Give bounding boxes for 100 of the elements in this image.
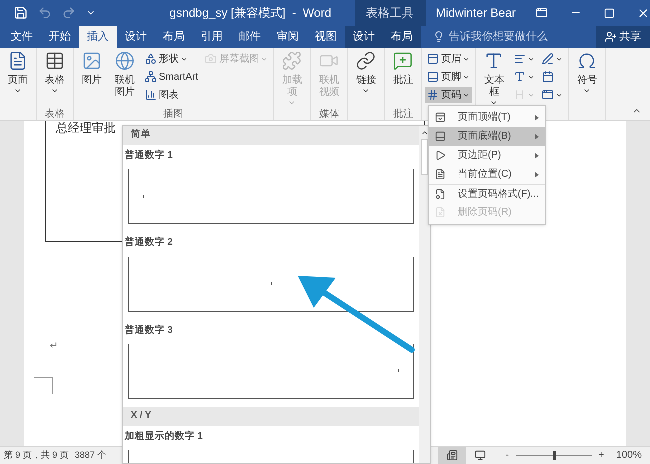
scroll-thumb[interactable] [421,139,428,175]
group-label: 插图 [162,108,185,120]
gallery-item-label: 普通数字 2 [125,236,174,250]
view-button[interactable] [438,447,466,464]
page-bottom-icon [435,131,446,142]
tell-me-field[interactable]: 告诉我你想要做什么 [433,26,548,48]
document-text: 总经理审批 [56,121,116,135]
context-tab-group: 表格工具 [354,0,426,26]
ribbon-button[interactable]: 联机图片 [110,51,140,107]
object-icon [542,89,554,101]
caret-icon [556,92,564,98]
menu-item[interactable]: 设置页码格式(F)... [429,184,545,203]
caret-icon [288,99,296,107]
ribbon-button[interactable]: 批注 [388,51,418,107]
ribbon-display-icon[interactable] [536,7,548,19]
ribbon-button[interactable]: 页脚 [425,69,472,85]
zoom-in-button[interactable]: + [596,448,606,463]
caret-icon [528,74,536,80]
ribbon-button[interactable]: 链接 [351,51,382,107]
gallery-item-preview[interactable] [128,344,414,399]
caret-icon [556,56,564,62]
ribbon-button[interactable]: 图片 [77,51,107,107]
ribbon-tab[interactable]: 设计 [117,26,155,48]
camera-icon [205,53,218,65]
menu-item[interactable]: 当前位置(C) [429,165,545,184]
ribbon-button[interactable]: 形状 [143,51,200,67]
group-label: 表格 [44,108,66,120]
scrollbar[interactable] [419,126,430,463]
zoom-percent[interactable]: 100% [616,448,642,463]
caret-icon [51,87,59,95]
submenu-arrow-icon [535,114,539,120]
drop-cap-icon [514,89,526,101]
table-icon [45,51,65,71]
group-label: 媒体 [318,108,340,120]
link-icon [356,51,376,71]
caret-icon [490,99,498,107]
close-icon[interactable] [637,6,650,20]
puzzle-icon [282,51,302,71]
ribbon-tab[interactable]: 邮件 [231,26,269,48]
header-icon [427,53,440,65]
page-count: 第 9 页，共 9 页 [4,448,70,462]
remove-icon [435,207,446,218]
ribbon-tab[interactable]: 视图 [307,26,345,48]
user-name[interactable]: Midwinter Bear [436,4,516,22]
submenu-arrow-icon [535,172,539,178]
ribbon-tab[interactable]: 引用 [193,26,231,48]
gallery-section-header: X / Y [123,406,419,426]
date-icon [542,71,554,83]
signature-icon [542,53,554,65]
caret-icon [362,87,370,95]
ribbon-tab[interactable]: 布局 [155,26,193,48]
caret-icon [14,87,22,95]
zoom-slider[interactable] [516,450,592,460]
submenu-arrow-icon [535,134,539,140]
lightbulb-icon [433,31,445,43]
page-number-mark [143,194,144,198]
ribbon-tab[interactable]: 设计 [345,26,383,48]
arrow-icon [298,276,415,353]
globe-picture-icon [115,51,135,71]
ribbon-tab[interactable]: 审阅 [269,26,307,48]
ribbon-tab[interactable]: 文件 [3,26,41,48]
maximize-icon[interactable] [604,8,615,18]
submenu-arrow-icon [535,152,539,158]
footer-icon [427,71,440,83]
chart-icon [145,89,157,101]
gallery-item-preview[interactable] [128,169,414,224]
caret-icon [528,56,536,62]
menu-item[interactable]: 页面底端(B) [429,127,545,146]
smartart-icon [145,71,157,83]
margin-corner-mark [34,377,53,394]
ribbon-button[interactable]: SmartArt [143,69,200,85]
caret-icon [463,92,470,98]
ribbon-button[interactable]: 文本框 [479,51,510,107]
ribbon-button[interactable]: 页眉 [425,51,472,67]
ribbon-button[interactable]: 表格 [40,51,70,107]
ribbon-button[interactable]: 页码 [425,87,472,103]
print-layout-icon [446,450,458,461]
caret-icon [181,56,188,62]
ribbon-button[interactable]: 图表 [143,87,200,103]
menu-item[interactable]: 页边距(P) [429,146,545,165]
share-button[interactable]: 共享 [596,26,650,48]
group-label: 批注 [392,108,414,120]
window-title: gsndbg_sy [兼容模式] - Word [170,5,332,22]
save-icon[interactable] [14,6,28,20]
gallery-item-label: 普通数字 3 [125,324,174,338]
picture-icon [82,51,102,71]
ribbon-button[interactable]: 符号 [572,51,602,107]
ribbon-button[interactable]: 页面 [3,51,33,107]
ribbon-tab[interactable]: 插入 [79,26,117,48]
caret-icon [463,56,470,62]
ribbon-tab[interactable]: 开始 [41,26,79,48]
scroll-up-icon[interactable] [420,129,428,137]
zoom-out-button[interactable]: - [502,448,512,463]
zoom-thumb[interactable] [553,451,556,460]
shapes-icon [145,53,157,65]
ribbon-tab[interactable]: 布局 [383,26,421,48]
caret-icon [463,74,470,80]
menu-item[interactable]: 页面顶端(T) [429,108,545,127]
page-number-icon [427,89,440,101]
page-top-icon [435,112,446,123]
